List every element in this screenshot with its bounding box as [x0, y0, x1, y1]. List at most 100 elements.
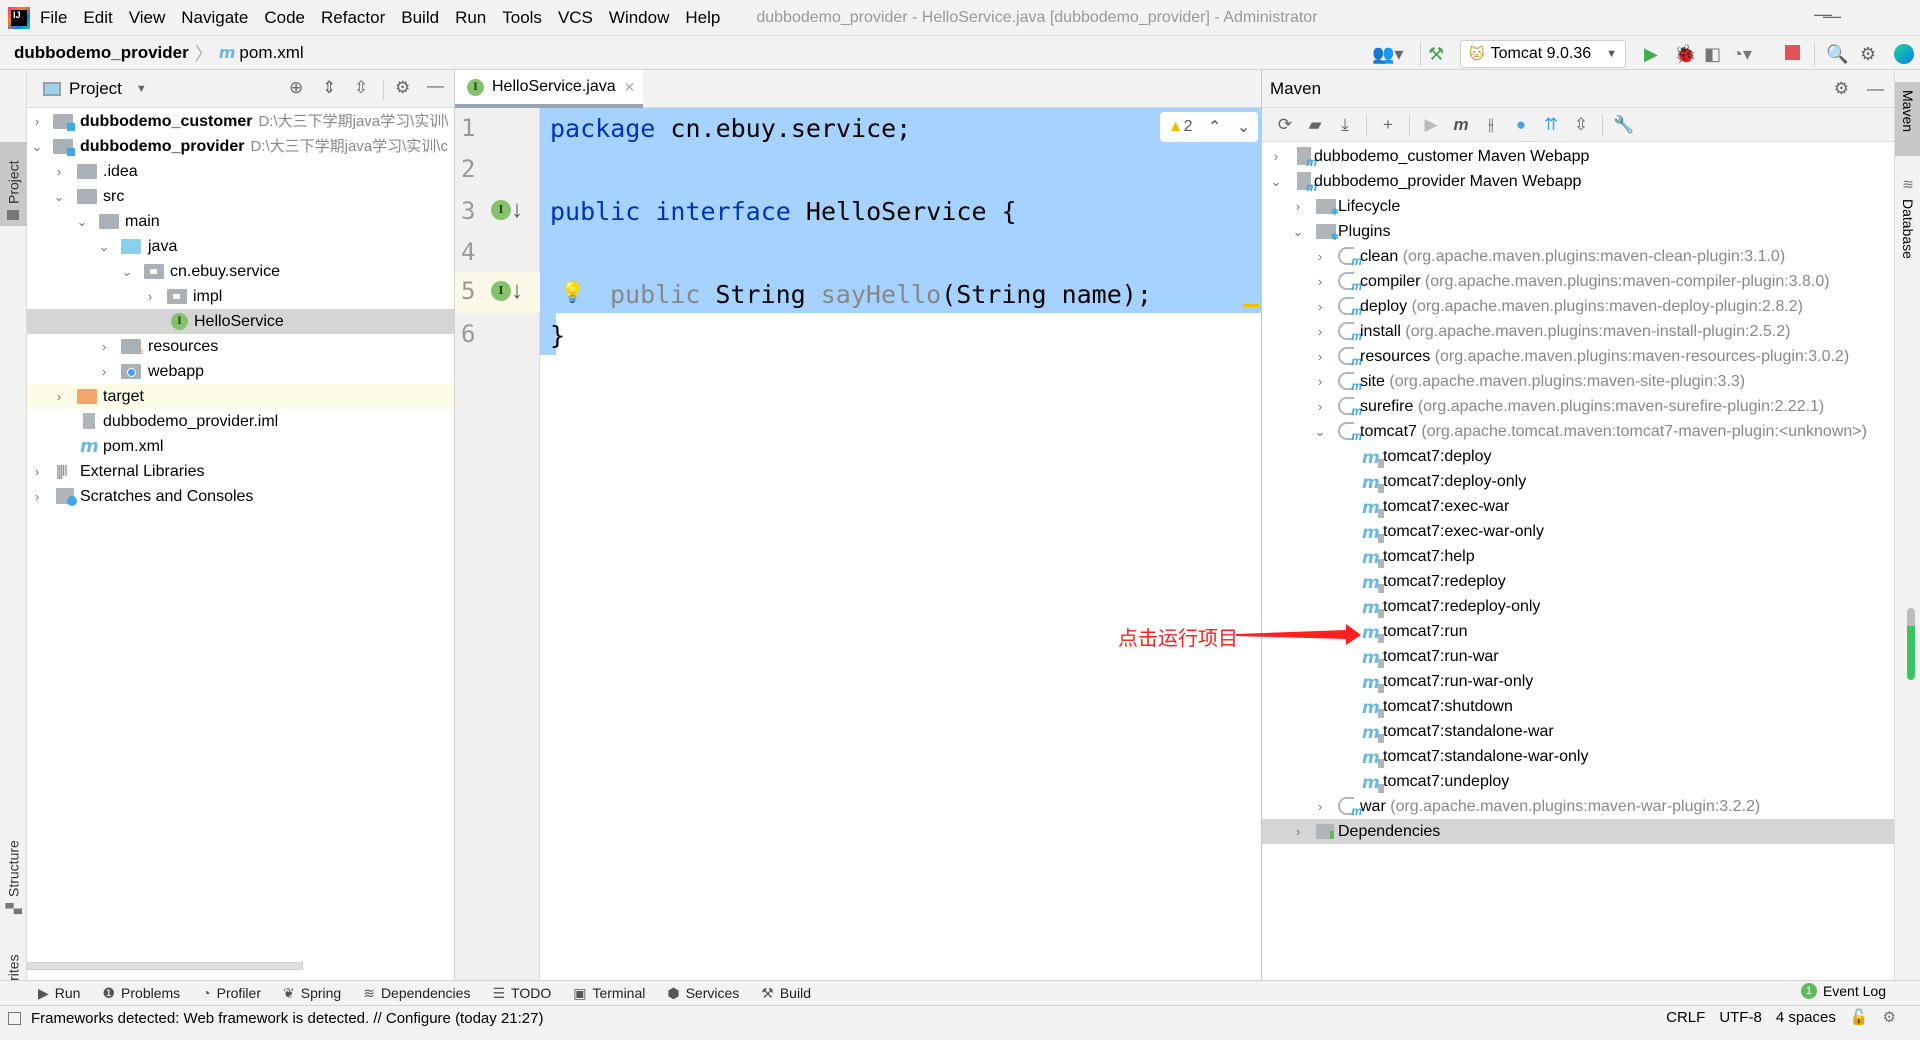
line-separator-widget[interactable]: CRLF: [1666, 1009, 1705, 1026]
maven-plugin-site[interactable]: › site (org.apache.maven.plugins:maven-si…: [1262, 369, 1894, 394]
menu-build[interactable]: Build: [401, 8, 439, 28]
show-dependencies-icon[interactable]: ⇈: [1536, 115, 1566, 135]
tool-tab-todo[interactable]: ☰ TODO: [492, 985, 551, 1002]
menu-run[interactable]: Run: [455, 8, 486, 28]
maven-goal-tomcat7-deploy-only[interactable]: m tomcat7:deploy-only: [1262, 469, 1894, 494]
chevron-down-icon[interactable]: ⌄: [98, 234, 110, 259]
options-gear-icon[interactable]: ⚙: [395, 78, 410, 98]
maven-goal-tomcat7-help[interactable]: m tomcat7:help: [1262, 544, 1894, 569]
chevron-right-icon[interactable]: ›: [1314, 319, 1326, 344]
maven-goal-tomcat7-redeploy[interactable]: m tomcat7:redeploy: [1262, 569, 1894, 594]
tool-tab-profiler[interactable]: ◔ Profiler: [202, 985, 261, 1001]
maven-project-provider[interactable]: ⌄ dubbodemo_provider Maven Webapp: [1262, 169, 1894, 194]
indent-widget[interactable]: 4 spaces: [1776, 1009, 1836, 1026]
tree-item-iml[interactable]: dubbodemo_provider.iml: [27, 409, 454, 434]
tree-item-main[interactable]: ⌄ main: [27, 209, 454, 234]
menu-window[interactable]: Window: [609, 8, 669, 28]
status-message[interactable]: Frameworks detected: Web framework is de…: [31, 1010, 543, 1027]
run-configuration-select[interactable]: 🐱 Tomcat 9.0.36 ▼: [1460, 40, 1626, 68]
chevron-down-icon[interactable]: ⌄: [1270, 169, 1282, 194]
implemented-method-icon[interactable]: I: [491, 281, 511, 301]
maven-plugin-war[interactable]: › war (org.apache.maven.plugins:maven-war…: [1262, 794, 1894, 819]
maven-plugin-surefire[interactable]: › surefire (org.apache.maven.plugins:mave…: [1262, 394, 1894, 419]
toolbox-icon[interactable]: [1894, 44, 1914, 64]
tool-tab-terminal[interactable]: ▣ Terminal: [573, 985, 645, 1002]
vcs-user-icon[interactable]: 👥▾: [1372, 44, 1403, 65]
breadcrumb-file[interactable]: pom.xml: [239, 43, 303, 63]
horizontal-scrollbar[interactable]: [27, 962, 303, 970]
tool-tab-run[interactable]: ▶ Run: [38, 985, 80, 1002]
menu-help[interactable]: Help: [685, 8, 720, 28]
next-highlight-icon[interactable]: ⌄: [1237, 117, 1250, 137]
tool-tab-problems[interactable]: ❶ Problems: [102, 985, 180, 1002]
chevron-right-icon[interactable]: ›: [98, 334, 110, 359]
chevron-right-icon[interactable]: ›: [1292, 819, 1304, 844]
chevron-right-icon[interactable]: ›: [98, 359, 110, 384]
toggle-offline-icon[interactable]: ⫲: [1476, 115, 1506, 135]
chevron-right-icon[interactable]: ›: [1314, 269, 1326, 294]
tool-tab-services[interactable]: ⬢ Services: [667, 985, 739, 1002]
chevron-right-icon[interactable]: ›: [1270, 144, 1282, 169]
run-icon[interactable]: ▶: [1644, 44, 1658, 65]
maven-plugin-tomcat7[interactable]: ⌄ tomcat7 (org.apache.tomcat.maven:tomcat…: [1262, 419, 1894, 444]
chevron-right-icon[interactable]: ›: [31, 109, 43, 134]
maven-plugin-deploy[interactable]: › deploy (org.apache.maven.plugins:maven-…: [1262, 294, 1894, 319]
chevron-down-icon[interactable]: ⌄: [53, 184, 65, 209]
skip-tests-icon[interactable]: ●: [1506, 115, 1536, 135]
maven-goal-tomcat7-exec-war-only[interactable]: m tomcat7:exec-war-only: [1262, 519, 1894, 544]
chevron-right-icon[interactable]: ›: [1314, 344, 1326, 369]
close-tab-icon[interactable]: ✕: [624, 79, 636, 96]
minimize-icon[interactable]: —: [1814, 4, 1832, 25]
tree-item-java[interactable]: ⌄ java: [27, 234, 454, 259]
chevron-right-icon[interactable]: ›: [53, 384, 65, 409]
menu-view[interactable]: View: [129, 8, 166, 28]
project-view-select[interactable]: Project: [69, 79, 122, 99]
tree-item-helloservice[interactable]: I HelloService: [27, 309, 454, 334]
tree-item-cn-ebuy-service[interactable]: ⌄ cn.ebuy.service: [27, 259, 454, 284]
tool-window-database[interactable]: ≋ Database: [1895, 170, 1920, 320]
tree-item-external-libraries[interactable]: › |||‖ External Libraries: [27, 459, 454, 484]
execute-goal-icon[interactable]: m: [1446, 115, 1476, 135]
maven-project-customer[interactable]: › dubbodemo_customer Maven Webapp: [1262, 144, 1894, 169]
toggle-tool-windows-icon[interactable]: [8, 1011, 21, 1025]
implemented-interface-icon[interactable]: I: [491, 200, 511, 220]
menu-refactor[interactable]: Refactor: [321, 8, 385, 28]
tree-item-pom-xml[interactable]: m pom.xml: [27, 434, 454, 459]
collapse-all-icon[interactable]: ⇳: [354, 78, 368, 98]
run-icon[interactable]: ▶: [1416, 115, 1446, 135]
code-editor[interactable]: package cn.ebuy.service; public interfac…: [540, 108, 1261, 980]
encoding-widget[interactable]: UTF-8: [1719, 1009, 1762, 1026]
event-settings-icon[interactable]: ⚙: [1883, 1008, 1896, 1026]
menu-vcs[interactable]: VCS: [558, 8, 593, 28]
search-icon[interactable]: 🔍: [1826, 44, 1848, 65]
breadcrumb-project[interactable]: dubbodemo_provider: [14, 43, 189, 63]
menu-navigate[interactable]: Navigate: [181, 8, 248, 28]
maven-goal-tomcat7-run[interactable]: m tomcat7:run: [1262, 619, 1894, 644]
maven-plugin-compiler[interactable]: › compiler (org.apache.maven.plugins:mave…: [1262, 269, 1894, 294]
tree-item-impl[interactable]: › impl: [27, 284, 454, 309]
generate-sources-icon[interactable]: ▰: [1300, 115, 1330, 135]
chevron-down-icon[interactable]: ⌄: [121, 259, 133, 284]
maven-dependencies[interactable]: › Dependencies: [1262, 819, 1894, 844]
chevron-right-icon[interactable]: ›: [31, 459, 43, 484]
tool-window-structure[interactable]: ▞ Structure: [0, 770, 27, 920]
vertical-scrollbar[interactable]: [1907, 608, 1915, 680]
maven-goal-tomcat7-deploy[interactable]: m tomcat7:deploy: [1262, 444, 1894, 469]
chevron-down-icon[interactable]: ▼: [136, 83, 147, 95]
hide-panel-icon[interactable]: —: [1867, 79, 1884, 99]
chevron-right-icon[interactable]: ›: [53, 159, 65, 184]
chevron-right-icon[interactable]: ›: [1314, 244, 1326, 269]
maven-plugin-install[interactable]: › install (org.apache.maven.plugins:maven…: [1262, 319, 1894, 344]
chevron-down-icon[interactable]: ⌄: [76, 209, 88, 234]
chevron-down-icon[interactable]: ⌄: [1314, 419, 1326, 444]
chevron-right-icon[interactable]: ›: [1314, 794, 1326, 819]
collapse-all-icon[interactable]: ⇳: [1566, 115, 1596, 135]
maven-goal-tomcat7-run-war[interactable]: m tomcat7:run-war: [1262, 644, 1894, 669]
options-gear-icon[interactable]: ⚙: [1834, 79, 1849, 99]
chevron-down-icon[interactable]: ⌄: [1292, 219, 1304, 244]
debug-icon[interactable]: 🐞: [1674, 44, 1696, 65]
menu-tools[interactable]: Tools: [502, 8, 542, 28]
maven-plugin-clean[interactable]: › clean (org.apache.maven.plugins:maven-c…: [1262, 244, 1894, 269]
maven-goal-tomcat7-exec-war[interactable]: m tomcat7:exec-war: [1262, 494, 1894, 519]
chevron-right-icon[interactable]: ›: [1314, 369, 1326, 394]
